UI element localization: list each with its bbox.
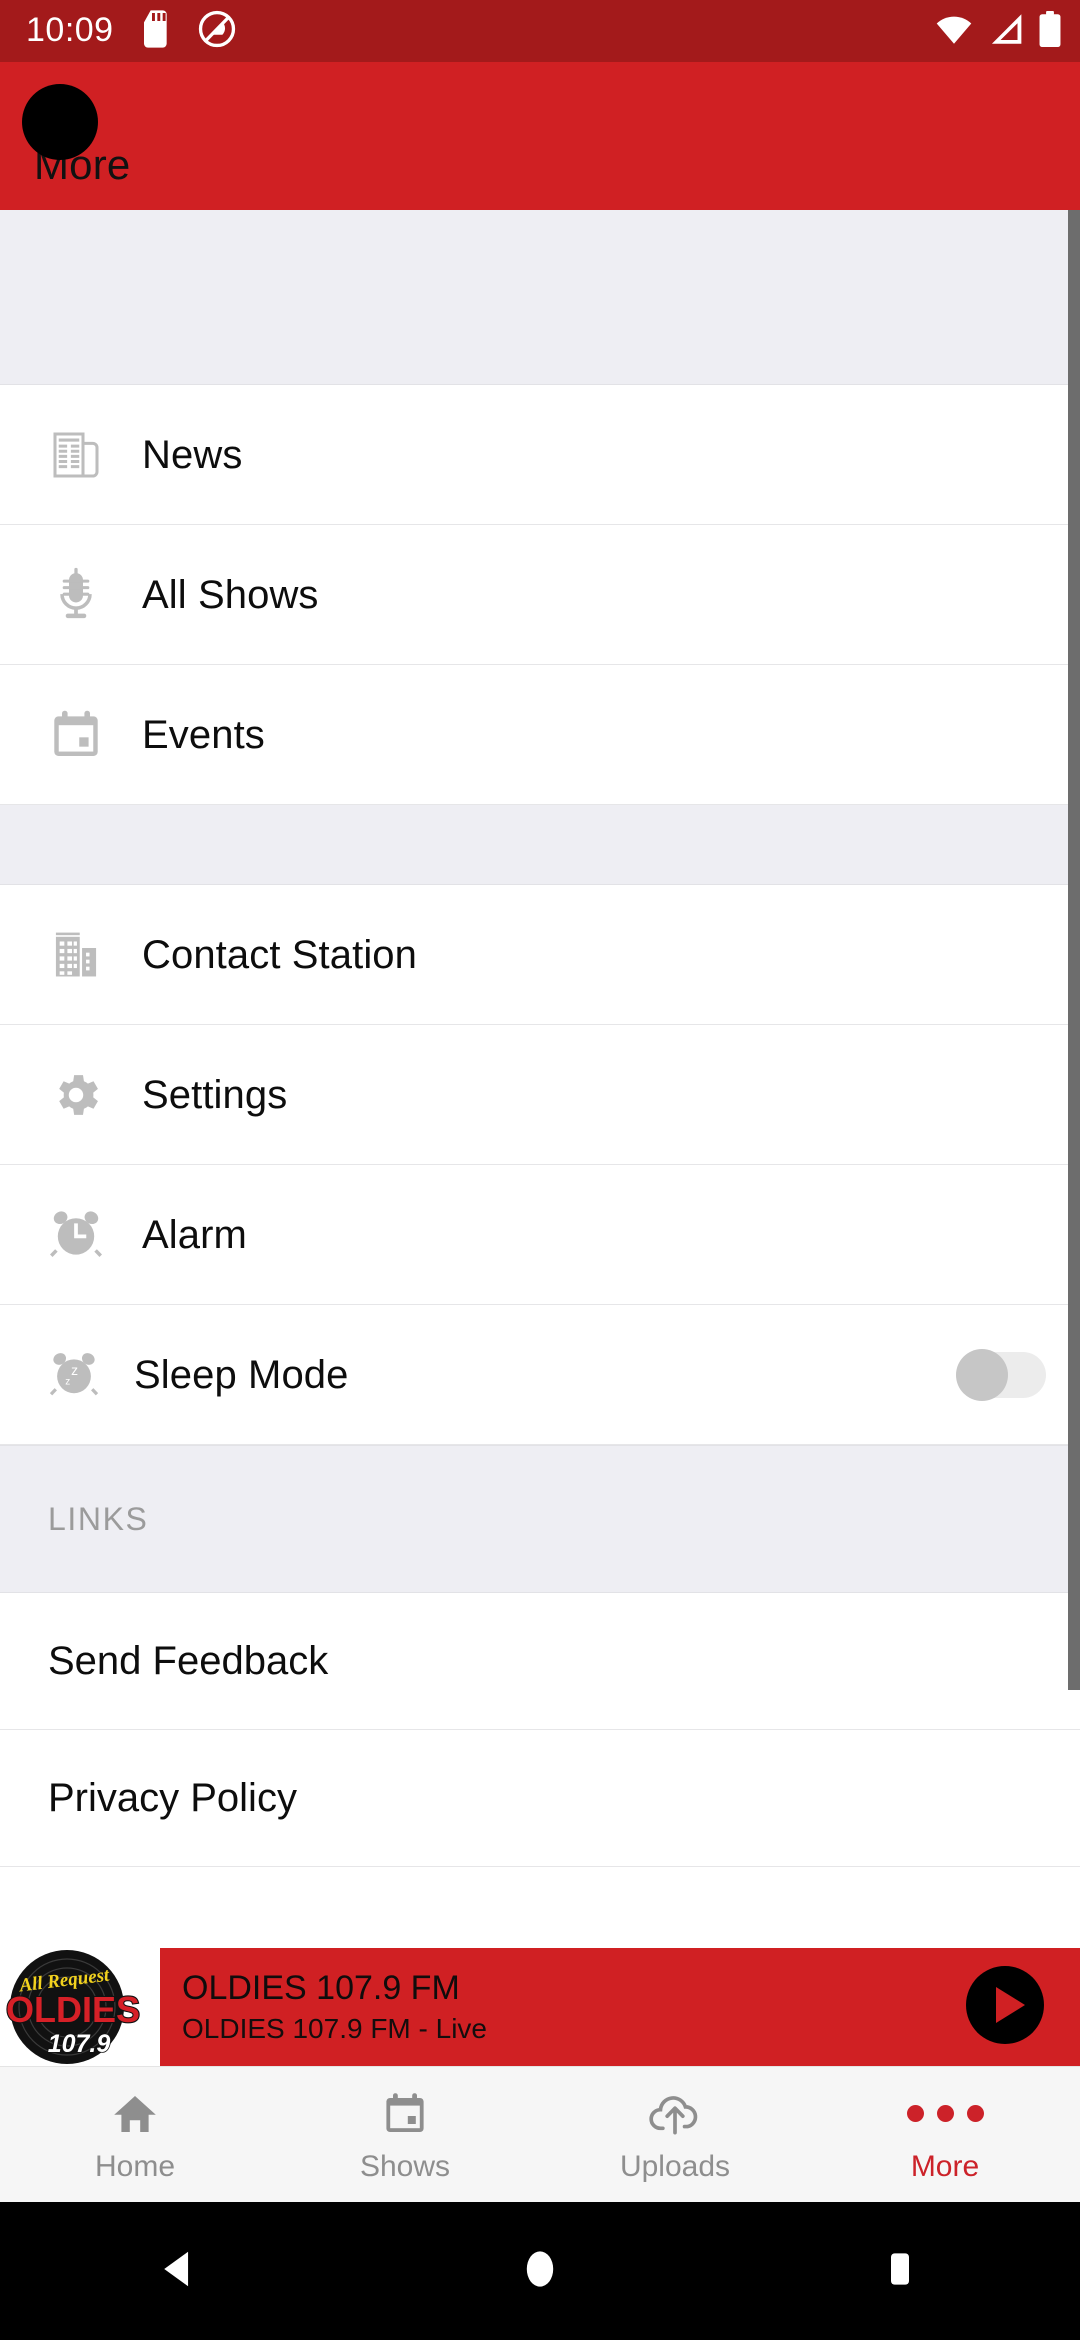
tab-home[interactable]: Home bbox=[0, 2067, 270, 2202]
tab-label: More bbox=[910, 2149, 980, 2183]
menu-item-label: Settings bbox=[142, 1072, 288, 1117]
more-dots-icon bbox=[906, 2088, 984, 2140]
calendar-icon bbox=[48, 707, 104, 763]
microphone-icon bbox=[48, 567, 104, 623]
menu-item-label: Contact Station bbox=[142, 932, 417, 977]
menu-item-alarm[interactable]: Alarm bbox=[0, 1165, 1080, 1305]
menu-item-events[interactable]: Events bbox=[0, 665, 1080, 805]
menu-item-label: Alarm bbox=[142, 1212, 247, 1257]
menu-item-label: All Shows bbox=[142, 572, 319, 617]
menu-item-sleep-mode[interactable]: z z Sleep Mode bbox=[0, 1305, 1080, 1445]
link-item-label: Send Feedback bbox=[48, 1638, 329, 1683]
tab-label: Uploads bbox=[619, 2149, 731, 2183]
play-button[interactable] bbox=[930, 1948, 1080, 2066]
alarm-clock-icon bbox=[48, 1207, 104, 1263]
cloud-upload-icon bbox=[649, 2088, 701, 2140]
home-circle-icon bbox=[518, 2247, 562, 2296]
tab-shows[interactable]: Shows bbox=[270, 2067, 540, 2202]
bottom-tab-bar: Home Shows Uploads More bbox=[0, 2066, 1080, 2202]
links-section-header: LINKS bbox=[0, 1445, 1080, 1593]
now-playing-text: OLDIES 107.9 FM OLDIES 107.9 FM - Live bbox=[160, 1948, 930, 2066]
link-item-privacy-policy[interactable]: Privacy Policy bbox=[0, 1730, 1080, 1867]
calendar-icon bbox=[381, 2088, 429, 2140]
tab-more[interactable]: More bbox=[810, 2067, 1080, 2202]
link-item-label: Privacy Policy bbox=[48, 1775, 297, 1820]
play-icon bbox=[963, 1963, 1047, 2052]
toggle-knob bbox=[956, 1348, 1008, 1401]
svg-text:z: z bbox=[65, 1376, 70, 1387]
vertical-scrollbar[interactable] bbox=[1068, 210, 1080, 1690]
menu-item-news[interactable]: News bbox=[0, 385, 1080, 525]
app-bar: More bbox=[0, 62, 1080, 210]
now-playing-title: OLDIES 107.9 FM bbox=[182, 1968, 460, 2007]
cellular-signal-icon bbox=[988, 13, 1024, 50]
menu-item-label: Sleep Mode bbox=[134, 1352, 349, 1397]
menu-item-all-shows[interactable]: All Shows bbox=[0, 525, 1080, 665]
menu-item-label: News bbox=[142, 432, 243, 477]
links-section-label: LINKS bbox=[48, 1500, 149, 1537]
list-top-spacer bbox=[0, 210, 1080, 385]
do-not-disturb-icon bbox=[198, 10, 236, 53]
logo-name-text: OLDIES bbox=[6, 1989, 140, 2030]
tab-label: Home bbox=[94, 2149, 176, 2183]
station-artwork: All Request OLDIES 107.9 bbox=[0, 1948, 160, 2066]
tab-label: Shows bbox=[359, 2149, 451, 2183]
menu-item-label: Events bbox=[142, 712, 265, 757]
back-icon bbox=[158, 2247, 202, 2296]
menu-item-contact-station[interactable]: Contact Station bbox=[0, 885, 1080, 1025]
menu-item-settings[interactable]: Settings bbox=[0, 1025, 1080, 1165]
sleep-mode-toggle[interactable] bbox=[954, 1347, 1046, 1403]
android-home-button[interactable] bbox=[360, 2247, 720, 2296]
link-item-send-feedback[interactable]: Send Feedback bbox=[0, 1593, 1080, 1730]
status-bar-left: 10:09 bbox=[26, 9, 236, 53]
oldies-logo-icon: All Request OLDIES 107.9 bbox=[5, 1949, 155, 2065]
settings-list: News All Shows Events Contact Station Se… bbox=[0, 210, 1080, 1948]
sd-card-icon bbox=[140, 9, 172, 53]
now-playing-bar[interactable]: All Request OLDIES 107.9 OLDIES 107.9 FM… bbox=[0, 1948, 1080, 2066]
android-navigation-bar bbox=[0, 2202, 1080, 2340]
app-root: 10:09 More News All Shows Events Contact… bbox=[0, 0, 1080, 2340]
list-group-spacer bbox=[0, 805, 1080, 885]
camera-punch-hole bbox=[22, 84, 98, 160]
gear-icon bbox=[48, 1067, 104, 1123]
wifi-icon bbox=[934, 13, 974, 50]
tab-uploads[interactable]: Uploads bbox=[540, 2067, 810, 2202]
sleep-alarm-icon: z z bbox=[48, 1349, 100, 1401]
svg-text:z: z bbox=[71, 1362, 78, 1378]
battery-icon bbox=[1038, 10, 1062, 52]
status-bar: 10:09 bbox=[0, 0, 1080, 62]
recents-square-icon bbox=[880, 2249, 920, 2294]
newspaper-icon bbox=[48, 427, 104, 483]
logo-frequency-text: 107.9 bbox=[48, 2030, 111, 2058]
status-bar-right bbox=[934, 10, 1062, 52]
android-recents-button[interactable] bbox=[720, 2249, 1080, 2294]
home-icon bbox=[110, 2088, 160, 2140]
android-back-button[interactable] bbox=[0, 2247, 360, 2296]
building-icon bbox=[48, 927, 104, 983]
now-playing-subtitle: OLDIES 107.9 FM - Live bbox=[182, 2012, 488, 2044]
status-bar-clock: 10:09 bbox=[26, 11, 114, 49]
